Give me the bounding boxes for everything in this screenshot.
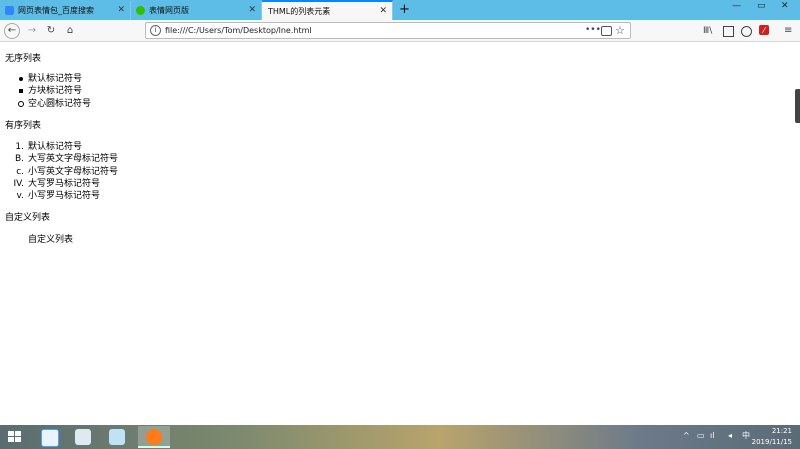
list-item: 空心圆标记符号	[28, 99, 92, 109]
notepad-icon	[109, 429, 125, 445]
ime-icon[interactable]: 中	[742, 429, 750, 443]
list-item: 大写英文字母标记符号	[28, 154, 119, 164]
menu-icon[interactable]: ≡	[784, 25, 792, 37]
maximize-icon[interactable]: ▭	[757, 0, 766, 12]
close-tab-icon[interactable]: ✕	[117, 1, 125, 20]
circle-bullet	[18, 101, 24, 107]
tab-title: 网页表情包_百度搜索	[18, 6, 94, 15]
list-item: 小写英文字母标记符号	[28, 167, 119, 177]
wechat-icon	[136, 6, 145, 15]
minimize-icon[interactable]: —	[732, 0, 741, 12]
definition-item: 自定义列表	[28, 235, 74, 245]
list-item: 默认标记符号	[28, 142, 83, 152]
list-marker: c.	[16, 167, 24, 177]
list-item: 小写罗马标记符号	[28, 191, 101, 201]
baidu-netdisk-icon	[41, 429, 59, 447]
close-tab-icon[interactable]: ✕	[379, 2, 387, 21]
taskbar-app-firefox[interactable]	[138, 426, 170, 448]
firefox-icon	[146, 429, 162, 445]
list-item: 方块标记符号	[28, 86, 83, 96]
list-item: 默认标记符号	[28, 74, 83, 84]
extension-icon[interactable]: ⁄	[759, 25, 769, 35]
info-icon[interactable]: i	[150, 25, 161, 36]
home-icon	[75, 429, 91, 445]
disc-bullet	[19, 77, 23, 81]
list-marker: v.	[16, 191, 25, 201]
back-icon[interactable]: ←	[4, 23, 20, 39]
bookmark-star-icon[interactable]: ☆	[615, 23, 625, 38]
tab-baidu-search[interactable]: 网页表情包_百度搜索 ✕	[0, 1, 131, 20]
url-text[interactable]: file:///C:/Users/Tom/Desktop/lne.html	[165, 23, 312, 38]
baidu-icon	[5, 6, 14, 15]
account-icon[interactable]	[741, 26, 752, 37]
clock-date: 2019/11/15	[751, 438, 792, 446]
tab-strip: 网页表情包_百度搜索 ✕ 表情网页版 ✕ THML的列表元素 ✕ + — ▭ ✕	[0, 0, 800, 20]
square-bullet	[19, 89, 23, 93]
volume-icon[interactable]: ◂	[728, 429, 732, 443]
taskbar-app-notepad[interactable]	[101, 426, 133, 448]
library-icon[interactable]: Ⅲ\	[703, 25, 712, 37]
sidebar-icon[interactable]	[723, 26, 734, 37]
close-tab-icon[interactable]: ✕	[248, 1, 256, 20]
taskbar-app-home[interactable]	[67, 426, 99, 448]
new-tab-button[interactable]: +	[399, 1, 410, 18]
tray-chevron-icon[interactable]: ^	[683, 429, 690, 443]
tab-html-list[interactable]: THML的列表元素 ✕	[262, 0, 393, 20]
tab-title: 表情网页版	[149, 6, 189, 15]
navigation-toolbar: ← → ↻ ⌂ i file:///C:/Users/Tom/Desktop/l…	[0, 20, 800, 42]
definition-list-title: 自定义列表	[5, 213, 51, 223]
taskbar-app-netdisk[interactable]	[33, 426, 65, 448]
close-window-icon[interactable]: ✕	[781, 0, 789, 12]
network-icon[interactable]: ▭	[697, 429, 705, 443]
start-icon	[8, 431, 21, 443]
start-button[interactable]	[0, 425, 30, 449]
page-content: 无序列表 默认标记符号 方块标记符号 空心圆标记符号 有序列表 1. 默认标记符…	[0, 43, 800, 424]
side-panel-handle[interactable]	[795, 89, 800, 123]
list-marker: IV.	[13, 179, 24, 189]
reload-icon[interactable]: ↻	[43, 23, 59, 39]
unordered-list-title: 无序列表	[5, 54, 42, 64]
page-actions-icon[interactable]: •••	[585, 23, 601, 38]
pocket-icon[interactable]	[601, 26, 612, 36]
tab-wechat-web[interactable]: 表情网页版 ✕	[131, 1, 262, 20]
home-icon[interactable]: ⌂	[62, 23, 78, 39]
clock-time: 21:21	[771, 427, 792, 435]
list-marker: 1.	[15, 142, 24, 152]
forward-icon[interactable]: →	[24, 23, 40, 39]
system-clock[interactable]: 21:21 2019/11/15	[752, 426, 792, 448]
ordered-list-title: 有序列表	[5, 121, 42, 131]
list-item: 大写罗马标记符号	[28, 179, 101, 189]
list-marker: B.	[14, 154, 24, 164]
wifi-icon[interactable]: ıl	[710, 429, 714, 443]
address-bar[interactable]: i file:///C:/Users/Tom/Desktop/lne.html …	[145, 22, 631, 39]
windows-taskbar: ^ ▭ ıl ◂ 中 21:21 2019/11/15	[0, 425, 800, 449]
tab-title: THML的列表元素	[268, 7, 331, 16]
